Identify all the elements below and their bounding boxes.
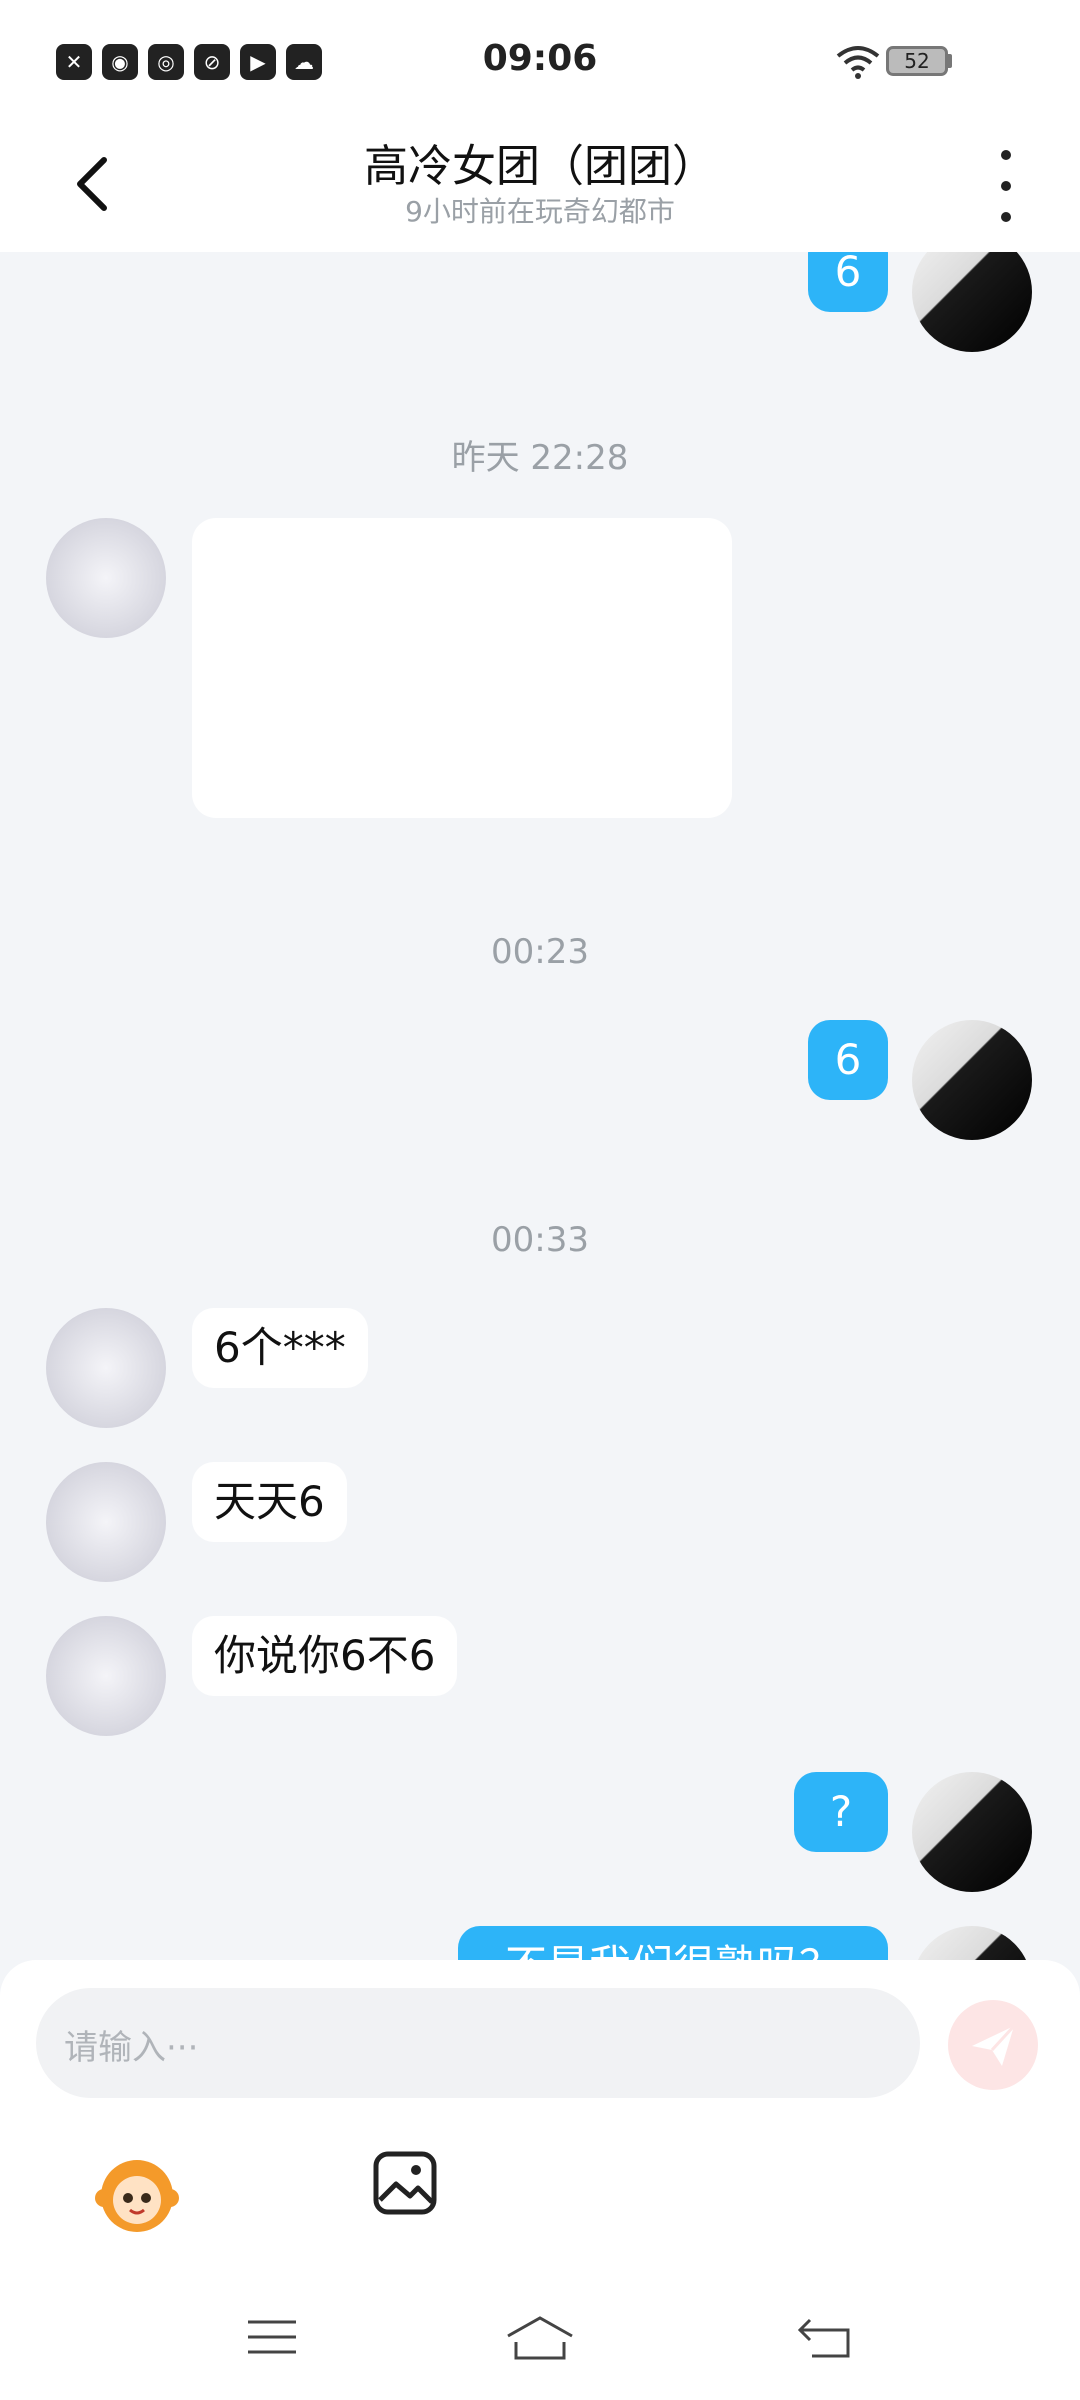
message-bubble-received[interactable]: 你说你6不6 [192, 1616, 458, 1696]
more-options-button[interactable] [986, 150, 1026, 222]
message-bubble-sent[interactable]: 6 [808, 252, 888, 312]
message-card[interactable] [192, 518, 732, 818]
back-nav-icon[interactable] [796, 2312, 856, 2362]
my-avatar[interactable] [912, 1926, 1032, 1962]
message-bubble-sent[interactable]: ? [794, 1772, 888, 1852]
send-button[interactable] [948, 2000, 1038, 2090]
message-bubble-received[interactable]: 6个*** [192, 1308, 368, 1388]
battery-tip [948, 54, 952, 68]
my-avatar[interactable] [912, 252, 1032, 352]
message-input-placeholder: 请输入··· [64, 2028, 199, 2068]
friend-avatar[interactable] [46, 1462, 166, 1582]
menu-icon[interactable] [242, 2312, 302, 2362]
friend-avatar[interactable] [46, 518, 166, 638]
dot [1001, 181, 1011, 191]
timestamp: 00:33 [491, 1220, 589, 1260]
dot [1001, 212, 1011, 222]
message-bubble-received[interactable]: 天天6 [192, 1462, 347, 1542]
chat-header: 高冷女团（团团） 9小时前在玩奇幻都市 [0, 120, 1080, 252]
timestamp: 00:23 [491, 932, 589, 972]
chat-status: 9小时前在玩奇幻都市 [405, 195, 675, 228]
message-input[interactable]: 请输入··· [36, 1988, 920, 2098]
image-button[interactable] [370, 2148, 440, 2218]
my-avatar[interactable] [912, 1020, 1032, 1140]
dot [1001, 150, 1011, 160]
system-nav-bar [0, 2280, 1080, 2400]
home-icon[interactable] [504, 2312, 576, 2362]
friend-avatar[interactable] [46, 1308, 166, 1428]
friend-avatar[interactable] [46, 1616, 166, 1736]
battery-icon: 52 [886, 46, 948, 76]
wifi-icon [836, 46, 880, 79]
status-bar: ✕ ◉ ◎ ⊘ ▶ ☁ 09:06 52 [0, 0, 1080, 120]
timestamp: 昨天 22:28 [451, 438, 629, 478]
message-list[interactable]: 6 昨天 22:28 00:23 6 00:33 6个*** 天天6 你说你6不… [0, 252, 1080, 1962]
message-bubble-sent[interactable]: 6 [808, 1020, 888, 1100]
sticker-button[interactable] [92, 2148, 182, 2238]
send-icon [972, 2024, 1016, 2066]
message-bubble-sent[interactable]: 不是我们很熟吗？ [458, 1926, 888, 1962]
chat-title: 高冷女团（团团） [364, 141, 716, 192]
my-avatar[interactable] [912, 1772, 1032, 1892]
